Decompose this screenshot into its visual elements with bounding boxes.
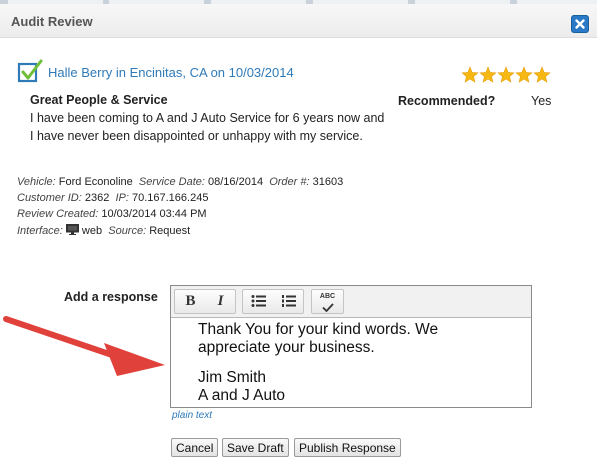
ip-value: 70.167.166.245	[131, 192, 209, 204]
bulleted-list-icon	[251, 295, 266, 307]
dialog-titlebar: Audit Review	[0, 4, 597, 38]
recommended-value: Yes	[531, 94, 552, 108]
service-date-value: 08/16/2014	[208, 176, 264, 188]
vehicle-value: Ford Econoline	[58, 176, 133, 188]
toolbar-group-lists	[242, 289, 304, 314]
italic-button[interactable]: I	[206, 290, 235, 313]
star-icon	[533, 66, 551, 83]
meta-row-customer: Customer ID: 2362 IP: 70.167.166.245	[17, 192, 208, 204]
response-line: Thank You for your kind words. We	[198, 321, 439, 338]
interface-value: web	[81, 225, 103, 237]
source-label: Source:	[108, 225, 147, 237]
verified-review-icon	[17, 59, 43, 83]
bold-button[interactable]: B	[176, 290, 205, 313]
close-icon	[575, 19, 585, 29]
cancel-button[interactable]: Cancel	[171, 438, 219, 457]
spellcheck-button[interactable]: ABC	[313, 290, 342, 313]
review-created-label: Review Created:	[17, 208, 99, 220]
star-icon	[515, 66, 533, 83]
interface-label: Interface:	[17, 225, 63, 237]
plain-text-link[interactable]: plain text	[172, 410, 212, 421]
ip-label: IP:	[115, 192, 129, 204]
monitor-icon	[65, 224, 79, 235]
service-date-label: Service Date:	[138, 176, 205, 188]
star-rating	[461, 66, 553, 84]
numbered-list-button[interactable]	[274, 290, 303, 313]
spellcheck-text: ABC	[319, 293, 336, 300]
review-body: I have been coming to A and J Auto Servi…	[30, 111, 385, 143]
review-title: Great People & Service	[30, 93, 168, 107]
review-header: Halle Berry in Encinitas, CA on 10/03/20…	[17, 59, 347, 85]
signature-line: Jim Smith	[198, 369, 267, 386]
spellcheck-icon	[321, 303, 334, 313]
meta-row-interface: Interface: web Source: Request	[17, 224, 190, 237]
editor-toolbar: B I ABC	[171, 286, 531, 318]
meta-row-vehicle: Vehicle: Ford Econoline Service Date: 08…	[17, 176, 343, 188]
dialog-title: Audit Review	[11, 14, 93, 29]
order-label: Order #:	[269, 176, 310, 188]
source-value: Request	[149, 225, 191, 237]
customer-id-value: 2362	[84, 192, 110, 204]
annotation-arrow-icon	[3, 316, 165, 376]
star-icon	[461, 66, 479, 83]
bulleted-list-button[interactable]	[244, 290, 273, 313]
save-draft-button[interactable]: Save Draft	[222, 438, 289, 457]
order-value: 31603	[312, 176, 344, 188]
review-headline-link[interactable]: Halle Berry in Encinitas, CA on 10/03/20…	[48, 65, 294, 80]
response-textarea[interactable]: Thank You for your kind words. We apprec…	[198, 321, 523, 405]
add-response-label: Add a response	[64, 290, 158, 304]
star-icon	[497, 66, 515, 83]
publish-response-button[interactable]: Publish Response	[294, 438, 401, 457]
close-button[interactable]	[571, 15, 589, 33]
toolbar-group-format: B I	[174, 289, 236, 314]
star-icon	[479, 66, 497, 83]
response-line: appreciate your business.	[198, 339, 375, 356]
response-editor[interactable]: B I ABC Thank You for your kind words. W…	[170, 285, 532, 408]
signature-line: A and J Auto	[198, 387, 286, 404]
vehicle-label: Vehicle:	[17, 176, 56, 188]
numbered-list-icon	[281, 295, 296, 307]
meta-row-created: Review Created: 10/03/2014 03:44 PM	[17, 208, 207, 220]
customer-id-label: Customer ID:	[17, 192, 82, 204]
review-created-value: 10/03/2014 03:44 PM	[101, 208, 207, 220]
recommended-label: Recommended?	[398, 94, 496, 108]
toolbar-group-spell: ABC	[311, 289, 344, 314]
